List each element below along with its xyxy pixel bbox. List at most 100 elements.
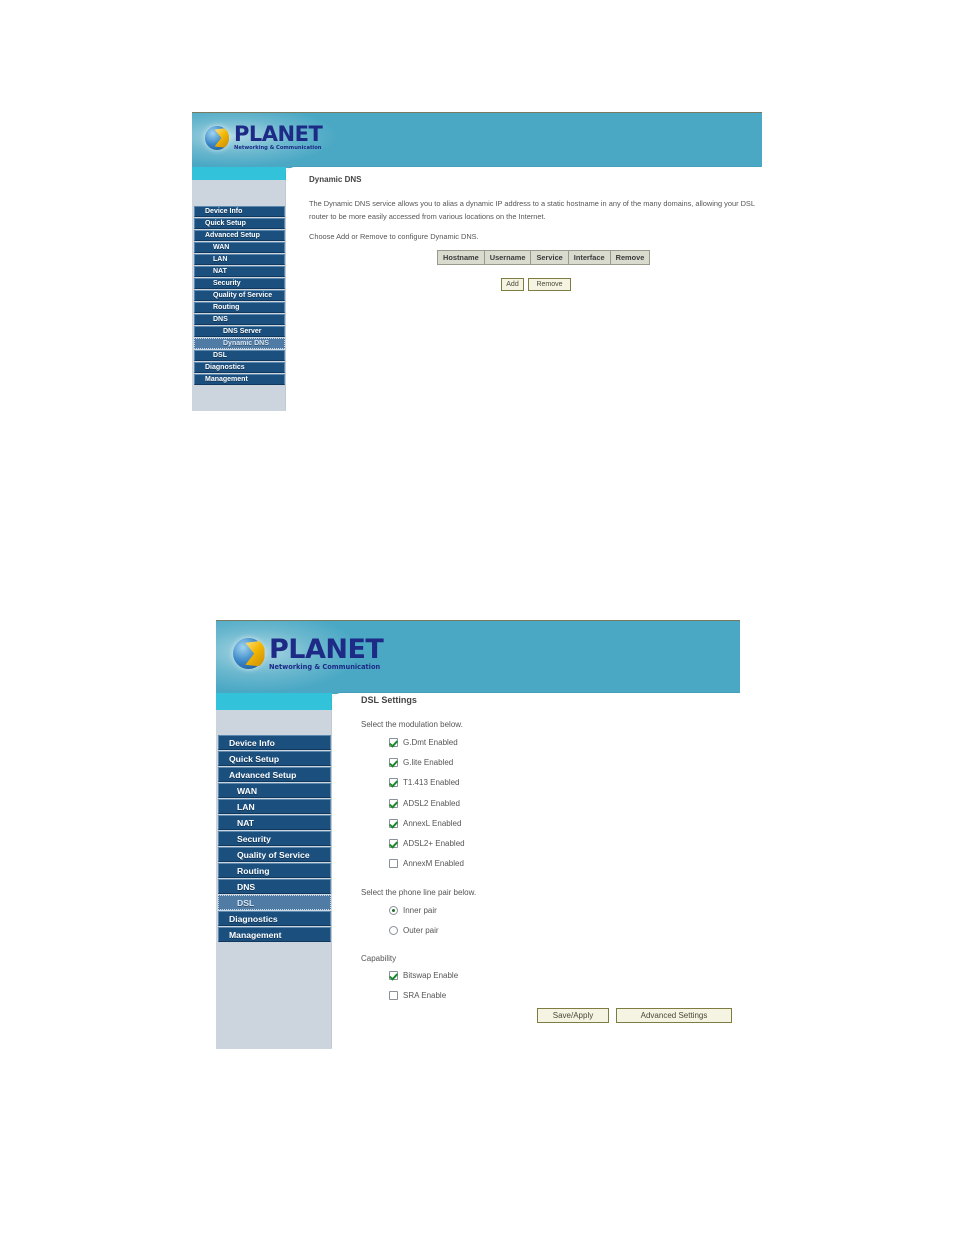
sidebar-item-lan[interactable]: LAN: [194, 254, 285, 265]
sidebar-item-label: LAN: [237, 801, 255, 812]
sidebar-item-label: Security: [237, 833, 271, 844]
page-description-2: Choose Add or Remove to configure Dynami…: [309, 232, 479, 241]
sidebar-item-wan[interactable]: WAN: [194, 242, 285, 253]
sidebar-item-label: NAT: [237, 817, 255, 828]
line-pair-option-outer-pair[interactable]: Outer pair: [389, 926, 439, 935]
checkbox-checked-icon[interactable]: [389, 971, 398, 980]
sidebar-item-management[interactable]: Management: [218, 927, 331, 942]
page-title: DSL Settings: [361, 695, 417, 705]
sidebar-item-label: Management: [205, 376, 248, 383]
option-label: Bitswap Enable: [403, 971, 459, 980]
sidebar-item-label: Advanced Setup: [229, 769, 297, 780]
sidebar-item-security[interactable]: Security: [194, 278, 285, 289]
planet-logo: PLANET Networking & Communication: [205, 122, 323, 151]
radio-unchecked-icon[interactable]: [389, 926, 398, 935]
modulation-option-adsl2-enabled[interactable]: ADSL2+ Enabled: [389, 839, 465, 848]
sidebar-item-dynamic-dns[interactable]: Dynamic DNS: [193, 337, 286, 350]
sidebar-item-dsl[interactable]: DSL: [194, 350, 285, 361]
accent-strip: [216, 693, 332, 710]
table-header-row: Hostname Username Service Interface Remove: [437, 250, 651, 265]
planet-logo: PLANET Networking & Communication: [233, 636, 384, 671]
page-description-1: The Dynamic DNS service allows you to al…: [309, 199, 755, 221]
checkbox-unchecked-icon[interactable]: [389, 859, 398, 869]
sidebar-item-label: DSL: [213, 352, 227, 359]
add-button[interactable]: Add: [501, 278, 524, 291]
sidebar-item-label: Dynamic DNS: [223, 340, 269, 347]
sidebar-item-label: WAN: [237, 785, 258, 796]
sidebar-item-dns[interactable]: DNS: [194, 314, 285, 325]
sidebar-item-nat[interactable]: NAT: [218, 815, 331, 830]
sidebar-item-dns-server[interactable]: DNS Server: [194, 326, 285, 337]
option-label: AnnexM Enabled: [403, 859, 464, 869]
modulation-option-adsl2-enabled[interactable]: ADSL2 Enabled: [389, 798, 460, 808]
sidebar-item-label: Device Info: [205, 208, 243, 215]
radio-checked-icon[interactable]: [389, 906, 398, 915]
brand-tagline: Networking & Communication: [269, 663, 381, 671]
sidebar-item-device-info[interactable]: Device Info: [218, 735, 331, 750]
table-column-header: Hostname: [437, 250, 485, 265]
brand-name: PLANET: [234, 122, 323, 146]
sidebar-item-nat[interactable]: NAT: [194, 266, 285, 277]
dynamic-dns-table: Hostname Username Service Interface Remove: [437, 250, 651, 265]
sidebar-item-management[interactable]: Management: [194, 374, 285, 385]
sidebar-item-label: LAN: [213, 256, 228, 263]
main-navigation[interactable]: Device Info Quick Setup Advanced Setup WAN L…: [193, 206, 286, 386]
sidebar-item-label: Diagnostics: [229, 913, 278, 924]
main-navigation[interactable]: Device Info Quick Setup Advanced Setup WAN L…: [217, 735, 332, 943]
table-column-header: Username: [483, 250, 532, 265]
sidebar-item-wan[interactable]: WAN: [218, 783, 331, 798]
sidebar-item-dsl[interactable]: DSL: [217, 894, 332, 911]
sidebar-item-lan[interactable]: LAN: [218, 799, 331, 814]
sidebar-item-label: Routing: [237, 865, 270, 876]
checkbox-checked-icon[interactable]: [389, 798, 398, 808]
sidebar-item-label: Management: [229, 929, 282, 940]
checkbox-checked-icon[interactable]: [389, 839, 398, 848]
modulation-option-t1-413-enabled[interactable]: T1.413 Enabled: [389, 778, 460, 788]
save-apply-button[interactable]: Save/Apply: [537, 1008, 609, 1023]
modulation-option-annexl-enabled[interactable]: AnnexL Enabled: [389, 818, 461, 828]
checkbox-unchecked-icon[interactable]: [389, 991, 398, 1000]
advanced-settings-button[interactable]: Advanced Settings: [616, 1008, 732, 1023]
checkbox-checked-icon[interactable]: [389, 778, 398, 788]
option-label: Inner pair: [403, 906, 437, 915]
line-pair-option-inner-pair[interactable]: Inner pair: [389, 906, 437, 915]
sidebar-item-advanced-setup[interactable]: Advanced Setup: [218, 767, 331, 782]
sidebar-item-dns[interactable]: DNS: [218, 879, 331, 894]
checkbox-checked-icon[interactable]: [389, 818, 398, 828]
brand-tagline: Networking & Communication: [234, 145, 322, 151]
page-title: Dynamic DNS: [309, 175, 362, 184]
dsl-settings-screenshot: PLANET Networking & Communication Device…: [216, 620, 740, 1049]
sidebar-item-quick-setup[interactable]: Quick Setup: [194, 218, 285, 229]
capability-option-bitswap-enable[interactable]: Bitswap Enable: [389, 971, 458, 980]
capability-option-sra-enable[interactable]: SRA Enable: [389, 991, 446, 1000]
sidebar-item-label: Advanced Setup: [205, 232, 260, 239]
accent-strip: [192, 167, 286, 180]
remove-button[interactable]: Remove: [528, 278, 571, 291]
table-column-header: Service: [530, 250, 569, 265]
dynamic-dns-screenshot: PLANET Networking & Communication Device…: [192, 112, 762, 411]
modulation-option-g-dmt-enabled[interactable]: G.Dmt Enabled: [389, 738, 458, 747]
planet-globe-icon: [233, 637, 264, 669]
sidebar-item-routing[interactable]: Routing: [194, 302, 285, 313]
sidebar-item-quality-of-service[interactable]: Quality of Service: [218, 847, 331, 862]
sidebar-item-diagnostics[interactable]: Diagnostics: [218, 911, 331, 926]
modulation-option-annexm-enabled[interactable]: AnnexM Enabled: [389, 859, 464, 869]
modulation-option-g-lite-enabled[interactable]: G.lite Enabled: [389, 758, 453, 768]
sidebar-item-label: Quality of Service: [213, 292, 273, 299]
checkbox-checked-icon[interactable]: [389, 758, 398, 768]
sidebar-item-quick-setup[interactable]: Quick Setup: [218, 751, 331, 766]
option-label: G.Dmt Enabled: [403, 738, 458, 747]
sidebar-item-security[interactable]: Security: [218, 831, 331, 846]
sidebar-item-diagnostics[interactable]: Diagnostics: [194, 362, 285, 373]
sidebar-item-label: Quick Setup: [205, 220, 246, 227]
sidebar-item-label: Device Info: [229, 737, 275, 748]
sidebar-item-routing[interactable]: Routing: [218, 863, 331, 878]
option-label: T1.413 Enabled: [403, 778, 460, 788]
sidebar-item-label: DNS: [237, 881, 256, 892]
sidebar-item-device-info[interactable]: Device Info: [194, 206, 285, 217]
sidebar-item-quality-of-service[interactable]: Quality of Service: [194, 290, 285, 301]
sidebar-item-label: Routing: [213, 304, 240, 311]
option-label: ADSL2+ Enabled: [403, 839, 465, 848]
checkbox-checked-icon[interactable]: [389, 738, 398, 747]
sidebar-item-advanced-setup[interactable]: Advanced Setup: [194, 230, 285, 241]
